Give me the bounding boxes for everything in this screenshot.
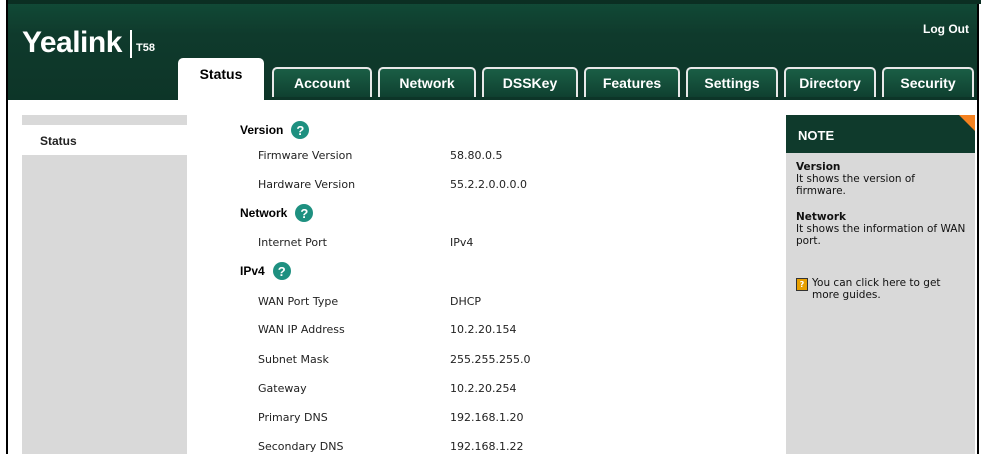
note-title: NOTE [798, 128, 835, 143]
row-value: 10.2.20.154 [450, 323, 517, 336]
table-row: Firmware Version 58.80.0.5 [188, 149, 773, 173]
question-circle-icon[interactable]: ? [272, 262, 291, 280]
row-value: 58.80.0.5 [450, 149, 503, 162]
content-area: Status Version ? Firmware Version 58.80.… [6, 100, 979, 454]
note-block: Version It shows the version of firmware… [796, 161, 968, 197]
row-label: Secondary DNS [258, 440, 344, 453]
note-block: Network It shows the information of WAN … [796, 211, 968, 247]
section-title: Version [240, 123, 284, 137]
tab-network[interactable]: Network [378, 67, 476, 97]
row-label: Internet Port [258, 236, 327, 249]
status-main: Version ? Firmware Version 58.80.0.5 Har… [188, 115, 773, 454]
row-value: DHCP [450, 295, 482, 308]
row-label: Gateway [258, 382, 307, 395]
table-row: Secondary DNS 192.168.1.22 [188, 440, 773, 464]
row-label: WAN Port Type [258, 295, 339, 308]
note-block-title: Network [796, 211, 847, 223]
tab-dsskey[interactable]: DSSKey [482, 67, 578, 97]
table-row: Gateway 10.2.20.254 [188, 382, 773, 406]
app-frame: Yealink T58 Log Out Status Account Netwo… [6, 0, 981, 454]
row-value: 255.255.255.0 [450, 353, 531, 366]
section-ipv4: IPv4 ? [240, 262, 291, 280]
question-circle-icon[interactable]: ? [295, 204, 314, 222]
note-block-text: It shows the version of firmware. [796, 173, 915, 197]
guide-text[interactable]: You can click here to get more guides. [812, 277, 968, 301]
row-label: Hardware Version [258, 178, 356, 191]
table-row: Internet Port IPv4 [188, 236, 773, 260]
table-row: WAN IP Address 10.2.20.154 [188, 323, 773, 347]
tab-features[interactable]: Features [584, 67, 680, 97]
row-label: Primary DNS [258, 411, 328, 424]
logout-link[interactable]: Log Out [923, 22, 969, 36]
note-block-title: Version [796, 161, 841, 173]
table-row: Hardware Version 55.2.2.0.0.0.0 [188, 178, 773, 202]
section-title: IPv4 [240, 264, 265, 278]
tab-directory[interactable]: Directory [784, 67, 876, 97]
row-label: Subnet Mask [258, 353, 329, 366]
header-bar: Yealink T58 Log Out Status Account Netwo… [6, 0, 981, 102]
row-label: WAN IP Address [258, 323, 345, 336]
row-value: 55.2.2.0.0.0.0 [450, 178, 527, 191]
tab-security[interactable]: Security [882, 67, 974, 97]
corner-fold-icon [959, 115, 975, 131]
tab-status[interactable]: Status [178, 58, 264, 102]
section-version: Version ? [240, 121, 310, 139]
logo-separator [130, 30, 132, 58]
note-header: NOTE [786, 115, 975, 153]
question-circle-icon[interactable]: ? [291, 121, 310, 139]
row-value: IPv4 [450, 236, 474, 249]
note-body: Version It shows the version of firmware… [796, 161, 968, 301]
row-label: Firmware Version [258, 149, 353, 162]
guide-link[interactable]: ? You can click here to get more guides. [796, 277, 968, 301]
sidebar-item-label: Status [40, 134, 77, 148]
section-network: Network ? [240, 204, 314, 222]
book-icon[interactable]: ? [796, 278, 808, 291]
note-block-text: It shows the information of WAN port. [796, 223, 966, 247]
model-label: T58 [136, 42, 155, 54]
table-row: WAN Port Type DHCP [188, 295, 773, 319]
tab-settings[interactable]: Settings [686, 67, 778, 97]
tab-account[interactable]: Account [272, 67, 372, 97]
table-row: Primary DNS 192.168.1.20 [188, 411, 773, 435]
row-value: 192.168.1.22 [450, 440, 524, 453]
row-value: 192.168.1.20 [450, 411, 524, 424]
main-tabs: Status Account Network DSSKey Features S… [178, 58, 978, 102]
brand-logo: Yealink [22, 26, 122, 59]
header-top-edge [8, 0, 981, 4]
note-panel: NOTE Version It shows the version of fir… [786, 115, 975, 454]
sidebar: Status [22, 115, 187, 454]
table-row: Subnet Mask 255.255.255.0 [188, 353, 773, 377]
section-title: Network [240, 206, 288, 220]
row-value: 10.2.20.254 [450, 382, 517, 395]
sidebar-item-status[interactable]: Status [22, 125, 187, 155]
